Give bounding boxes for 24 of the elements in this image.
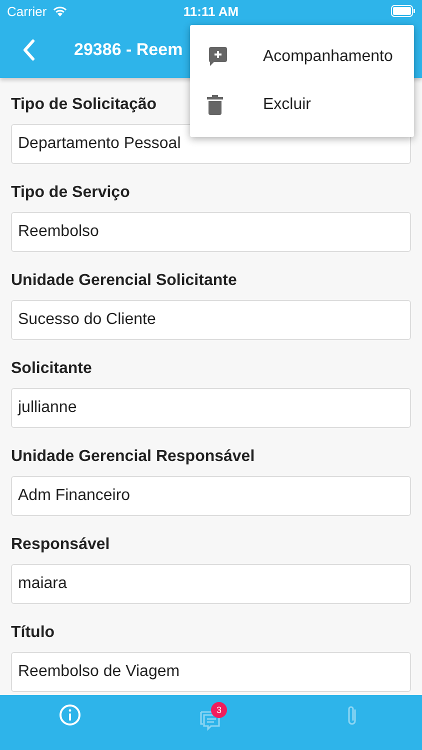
field-label: Unidade Gerencial Solicitante (11, 272, 237, 290)
count-badge: 3 (211, 702, 227, 718)
field-label: Responsável (11, 536, 110, 554)
wifi-icon (52, 5, 68, 17)
field-label: Unidade Gerencial Responsável (11, 448, 255, 466)
field-label: Tipo de Solicitação (11, 96, 157, 114)
input-field[interactable]: Adm Financeiro (11, 476, 411, 516)
status-time: 11:11 AM (183, 4, 239, 18)
trash-icon (207, 95, 223, 115)
input-field[interactable]: maiara (11, 564, 411, 604)
screen-title: 29386 - Reem (74, 40, 183, 60)
input-field[interactable]: jullianne (11, 388, 411, 428)
comment-plus-icon (207, 46, 229, 68)
field-label: Solicitante (11, 360, 92, 378)
field-label: Título (11, 624, 55, 642)
battery-icon (391, 5, 415, 17)
input-field[interactable]: Reembolso de Viagem (11, 652, 411, 692)
field-label: Tipo de Serviço (11, 184, 130, 202)
carrier-name: Carrier (7, 4, 47, 18)
input-field[interactable]: Reembolso (11, 212, 411, 252)
menu-item[interactable]: Acompanhamento (190, 33, 414, 81)
back-icon[interactable] (22, 39, 36, 61)
info-icon (59, 704, 82, 726)
input-field[interactable]: Sucesso do Cliente (11, 300, 411, 340)
